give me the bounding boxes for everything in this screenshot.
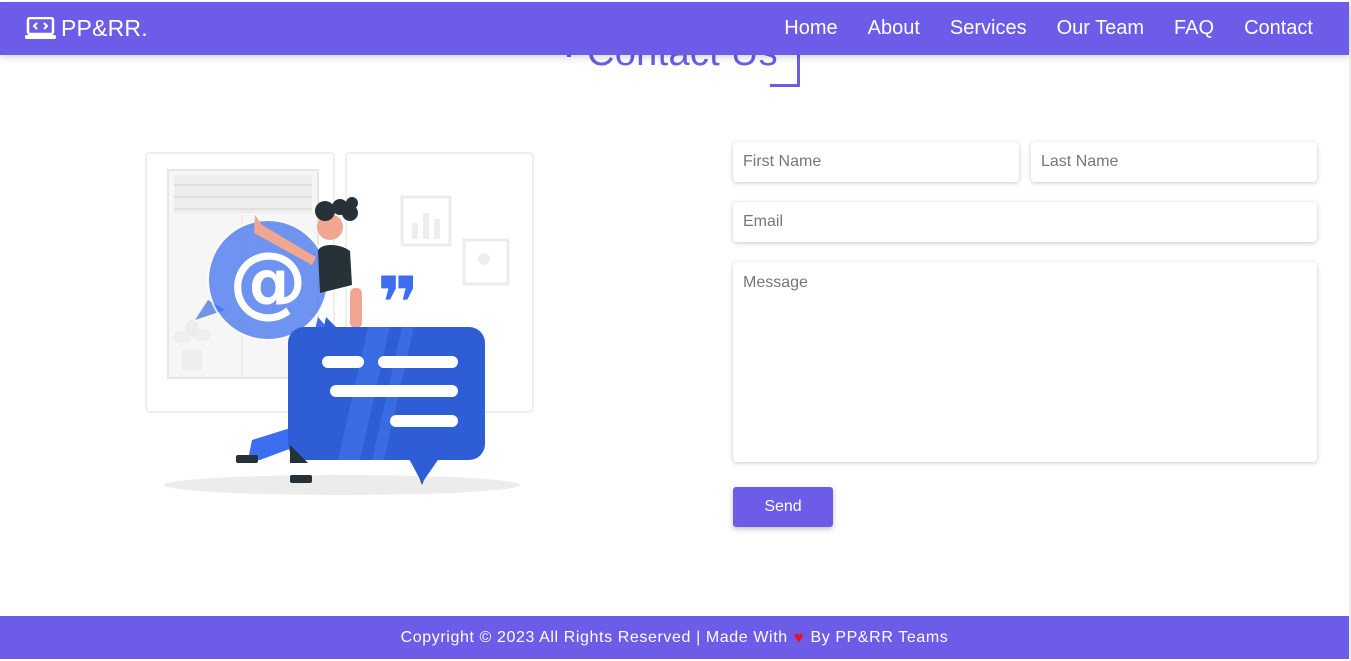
chat-bubble (288, 327, 485, 485)
first-name-input[interactable] (733, 142, 1019, 182)
heart-icon: ♥ (793, 627, 805, 647)
nav-faq[interactable]: FAQ (1174, 17, 1214, 40)
footer: Copyright © 2023 All Rights Reserved | M… (0, 616, 1349, 659)
send-button[interactable]: Send (733, 487, 833, 527)
last-name-input[interactable] (1031, 142, 1317, 182)
nav-home[interactable]: Home (784, 17, 837, 40)
brand-name: PP&RR. (61, 15, 148, 41)
top-navbar: PP&RR. Home About Services Our Team FAQ … (0, 2, 1349, 55)
footer-copyright: Copyright © 2023 All Rights Reserved | M… (400, 628, 788, 646)
ground-shadow (164, 475, 520, 495)
nav-menu: Home About Services Our Team FAQ Contact (754, 17, 1313, 40)
nav-contact[interactable]: Contact (1244, 17, 1313, 40)
nav-about[interactable]: About (868, 17, 920, 40)
contact-illustration: @ ❞ (145, 152, 534, 495)
email-input[interactable] (733, 202, 1317, 242)
footer-credit: By PP&RR Teams (810, 628, 949, 646)
laptop-code-icon (25, 16, 56, 39)
nav-our-team[interactable]: Our Team (1057, 17, 1144, 40)
message-textarea[interactable] (733, 262, 1317, 462)
brand-logo[interactable]: PP&RR. (24, 15, 148, 42)
heading-corner-right (770, 50, 800, 87)
nav-services[interactable]: Services (950, 17, 1027, 40)
